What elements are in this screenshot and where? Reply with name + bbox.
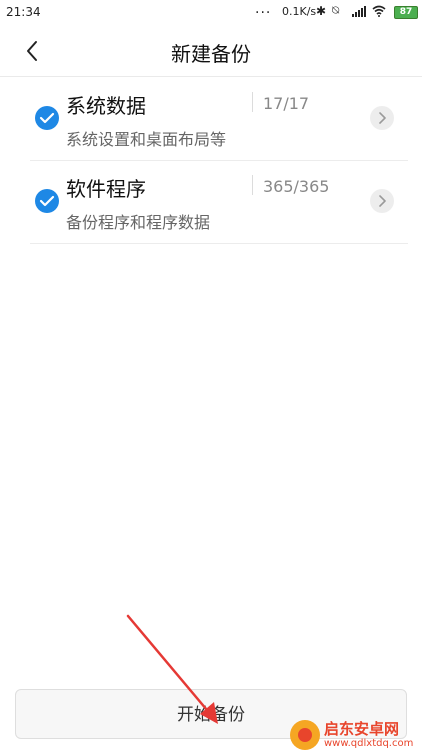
divider	[252, 175, 253, 195]
divider	[252, 92, 253, 112]
watermark-logo-icon	[290, 720, 320, 750]
mute-icon: ⍉	[332, 3, 340, 17]
watermark-url: www.qdlxtdq.com	[324, 738, 414, 749]
checkbox-apps[interactable]	[35, 189, 59, 213]
checkbox-system-data[interactable]	[35, 106, 59, 130]
annotation-arrow-icon	[126, 614, 218, 724]
chevron-right-icon	[379, 112, 386, 124]
list-item-system-data[interactable]: 系统数据 系统设置和桌面布局等 17/17	[30, 78, 408, 161]
signal-icon	[352, 6, 366, 17]
detail-button[interactable]	[370, 189, 394, 213]
status-dots: ...	[255, 1, 272, 17]
item-description: 备份程序和程序数据	[66, 213, 211, 232]
page-title: 新建备份	[171, 42, 251, 66]
item-count: 17/17	[263, 94, 310, 113]
chevron-right-icon	[379, 195, 386, 207]
watermark: 启东安卓网 www.qdlxtdq.com	[290, 718, 420, 754]
item-title: 系统数据	[66, 94, 146, 118]
status-speed: 0.1K/s	[282, 5, 317, 18]
screen: 21:34 ... 0.1K/s ✱ ⍉ 87 新建备份 系统数据 系统设置和桌…	[0, 0, 422, 756]
header: 新建备份	[0, 26, 422, 77]
list-item-apps[interactable]: 软件程序 备份程序和程序数据 365/365	[30, 161, 408, 244]
item-title: 软件程序	[66, 177, 146, 201]
watermark-name: 启东安卓网	[324, 720, 400, 738]
check-icon	[39, 195, 55, 207]
detail-button[interactable]	[370, 106, 394, 130]
battery-icon: 87	[394, 6, 418, 19]
bluetooth-icon: ✱	[316, 4, 327, 18]
item-description: 系统设置和桌面布局等	[66, 130, 227, 149]
wifi-icon	[372, 5, 386, 17]
status-time: 21:34	[6, 5, 41, 19]
item-count: 365/365	[263, 177, 330, 196]
check-icon	[39, 112, 55, 124]
status-bar: 21:34 ... 0.1K/s ✱ ⍉ 87	[0, 0, 422, 26]
